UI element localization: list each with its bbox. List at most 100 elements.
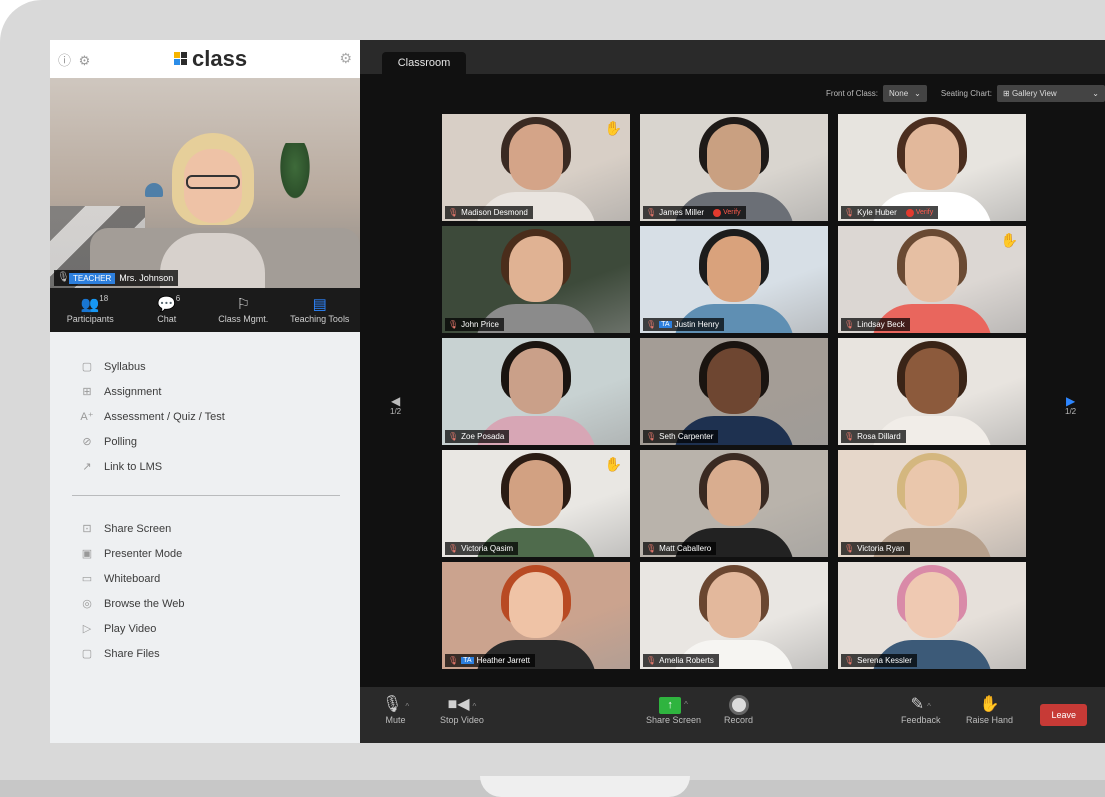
student-name: Seth Carpenter [659,432,714,441]
menu-item-label: Share Screen [104,522,172,535]
arrow-left-icon: ◀ [390,394,401,408]
pager-next[interactable]: ▶ 1/2 [1065,395,1076,416]
student-video-tile[interactable]: 🎙 TA Heather Jarrett [442,562,630,669]
student-name-tag: 🎙 John Price [445,318,504,331]
tab-classroom[interactable]: Classroom [382,52,466,74]
student-video-tile[interactable]: 🎙 James Miller Verify [640,114,828,221]
menu-item-syllabus[interactable]: ▢ Syllabus [50,354,360,379]
leave-button[interactable]: Leave [1040,704,1087,726]
mic-icon: 🎙 [448,320,459,329]
student-name: Serena Kessler [857,656,912,665]
record-button[interactable]: Record [724,695,753,725]
ta-badge: TA [461,657,474,664]
teacher-video[interactable]: 🎙 TEACHER Mrs. Johnson [50,78,360,288]
student-name-tag: 🎙 Amelia Roberts [643,654,719,667]
student-video-tile[interactable]: 🎙 Rosa Dillard [838,338,1026,445]
menu-item-label: Assignment [104,385,162,398]
record-icon [728,695,749,715]
menu-item-assignment[interactable]: ⊞ Assignment [50,379,360,404]
seating-chart-select[interactable]: ⊞ Gallery View ⌄ [997,84,1105,102]
info-icon[interactable]: ⓘ ⚙ [58,50,92,69]
share-screen-button[interactable]: ↑ ^ Share Screen [646,695,701,725]
alert-icon [905,208,914,217]
student-name-tag: 🎙 Matt Caballero [643,542,717,555]
teaching-tools-button[interactable]: ▤ Teaching Tools [285,296,355,324]
alert-icon [713,208,722,217]
menu-item-polling[interactable]: ⊘ Polling [50,429,360,454]
mute-button[interactable]: 🎙 ^ Mute [382,695,409,725]
student-video-tile[interactable]: 🎙 Serena Kessler [838,562,1026,669]
student-face [707,124,761,190]
menu-item-whiteboard[interactable]: ▭ Whiteboard [50,566,360,591]
student-name-tag: 🎙 Zoe Posada [445,430,510,443]
participants-label: Participants [66,314,114,324]
front-of-class-label: Front of Class: [826,88,879,98]
video-camera-icon: ■◀ ^ [447,696,477,713]
mic-icon: 🎙 [646,320,657,329]
menu-item-label: Assessment / Quiz / Test [104,410,225,423]
student-name: Victoria Qasim [461,544,514,553]
student-gallery: ✋ 🎙 Madison Desmond 🎙 James Miller Verify 🎙 Kyl… [442,114,1026,669]
menu-item-label: Link to LMS [104,460,163,473]
raise-hand-label: Raise Hand [966,715,1014,725]
feedback-button[interactable]: ✎ ^ Feedback [901,695,941,725]
left-topbar: ⓘ ⚙ class ⚙ [50,40,360,78]
student-video-tile[interactable]: 🎙 Victoria Ryan [838,450,1026,557]
menu-item-presenter-mode[interactable]: ▣ Presenter Mode [50,541,360,566]
student-name-tag: 🎙 Rosa Dillard [841,430,906,443]
chat-button[interactable]: 💬 6 Chat [132,294,202,324]
feedback-label: Feedback [901,715,941,725]
student-video-tile[interactable]: 🎙 Zoe Posada [442,338,630,445]
raise-hand-button[interactable]: ✋ Raise Hand [966,695,1013,725]
chat-count: 6 [175,294,181,303]
verify-link[interactable]: Verify [713,208,741,217]
class-logo: class [174,46,247,72]
student-video-tile[interactable]: 🎙 Matt Caballero [640,450,828,557]
menu-item-browse-web[interactable]: ◎ Browse the Web [50,591,360,616]
student-video-tile[interactable]: 🎙 John Price [442,226,630,333]
view-controls: Front of Class: None ⌄ Seating Chart: ⊞ G… [826,82,1105,104]
chevron-down-icon: ⌄ [1092,88,1099,98]
meeting-controls: 🎙 ^ Mute ■◀ ^ Stop Video ↑ ^ Share Screen R… [360,687,1105,743]
teacher-name-tag: 🎙 TEACHER Mrs. Johnson [54,270,179,286]
student-video-tile[interactable]: 🎙 TA Justin Henry [640,226,828,333]
mic-icon: 🎙 [448,432,459,441]
student-name-tag: 🎙 James Miller Verify [643,206,746,219]
student-name-tag: 🎙 Seth Carpenter [643,430,719,443]
left-toolbar: 👥 18 Participants 💬 6 Chat ⚐ Class Mgmt.… [50,288,360,332]
settings-icon[interactable]: ⚙ [339,50,352,67]
pager-prev[interactable]: ◀ 1/2 [390,395,401,416]
student-name: Rosa Dillard [857,432,901,441]
raised-hand-icon: ✋ [604,120,622,136]
menu-item-link-lms[interactable]: ↗ Link to LMS [50,454,360,479]
stop-video-button[interactable]: ■◀ ^ Stop Video [440,695,484,725]
menu-item-share-files[interactable]: ▢ Share Files [50,641,360,666]
verify-link[interactable]: Verify [905,208,933,217]
chevron-down-icon: ⌄ [914,88,921,98]
assignment-icon: ⊞ [82,386,92,398]
hand-icon: ✋ [979,696,1000,713]
teacher-name: Mrs. Johnson [119,273,174,283]
student-face [905,348,959,414]
student-face [509,348,563,414]
teacher-role-badge: TEACHER [69,272,116,284]
student-video-tile[interactable]: 🎙 Seth Carpenter [640,338,828,445]
student-video-tile[interactable]: ✋ 🎙 Madison Desmond [442,114,630,221]
menu-item-assessment[interactable]: A⁺ Assessment / Quiz / Test [50,404,360,429]
menu-item-play-video[interactable]: ▷ Play Video [50,616,360,641]
mic-icon: 🎙 [57,272,70,283]
student-face [905,124,959,190]
student-video-tile[interactable]: ✋ 🎙 Lindsay Beck [838,226,1026,333]
front-of-class-select[interactable]: None ⌄ [883,84,927,102]
participants-button[interactable]: 👥 18 Participants [55,294,125,324]
whiteboard-icon: ▭ [81,573,93,585]
student-video-tile[interactable]: 🎙 Amelia Roberts [640,562,828,669]
participants-count: 18 [99,294,109,303]
menu-item-share-screen[interactable]: ⊡ Share Screen [50,516,360,541]
class-mgmt-button[interactable]: ⚐ Class Mgmt. [208,296,278,324]
student-video-tile[interactable]: ✋ 🎙 Victoria Qasim [442,450,630,557]
microphone-icon: 🎙 ^ [382,696,410,713]
student-video-tile[interactable]: 🎙 Kyle Huber Verify [838,114,1026,221]
share-screen-label: Share Screen [646,715,702,725]
chat-icon: 💬 [157,296,177,313]
